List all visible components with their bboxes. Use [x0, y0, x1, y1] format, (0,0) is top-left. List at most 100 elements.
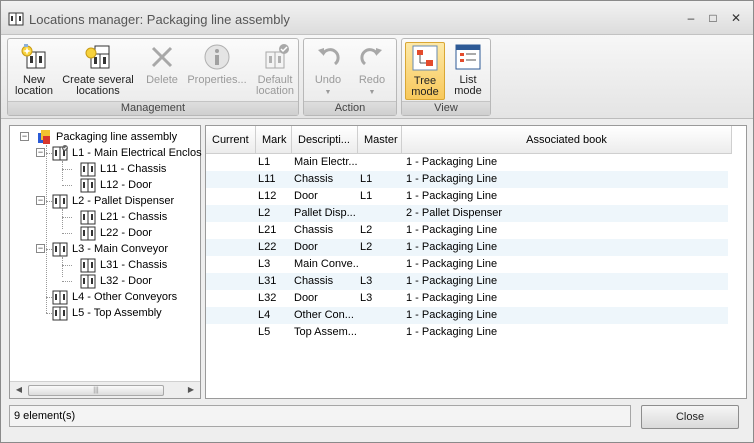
- cell-mark: L21: [258, 224, 277, 236]
- tree-node-label: L11 - Chassis: [100, 163, 167, 175]
- ribbon: New location Create several locations De…: [1, 35, 753, 119]
- cell-mark: L11: [258, 173, 276, 185]
- cell-master: L3: [360, 275, 373, 287]
- cell-description: Door: [294, 292, 318, 304]
- tree-node-label: L12 - Door: [100, 179, 152, 191]
- cell-description: Top Assem...: [294, 326, 357, 338]
- cell-mark: L5: [258, 326, 271, 338]
- table-row[interactable]: L5 Top Assem... 1 - Packaging Line: [206, 324, 728, 341]
- undo-dropdown-icon[interactable]: ▼: [308, 87, 348, 98]
- column-header-current[interactable]: Current: [206, 126, 256, 154]
- list-mode-button[interactable]: List mode: [448, 42, 488, 100]
- tree-node-label: L31 - Chassis: [100, 259, 168, 271]
- cell-associated-book: 1 - Packaging Line: [406, 173, 498, 185]
- cell-mark: L1: [258, 156, 271, 168]
- properties-button[interactable]: Properties...: [184, 42, 250, 100]
- scroll-thumb[interactable]: |||: [28, 385, 164, 396]
- cell-master: L2: [360, 224, 373, 236]
- properties-label: Properties...: [187, 74, 247, 86]
- cell-mark: L22: [258, 241, 277, 253]
- create-several-locations-label: Create several locations: [62, 74, 134, 97]
- cell-description: Pallet Disp...: [294, 207, 356, 219]
- column-header-mark[interactable]: Mark: [256, 126, 292, 154]
- cell-associated-book: 1 - Packaging Line: [406, 292, 498, 304]
- cell-mark: L31: [258, 275, 277, 287]
- close-window-button[interactable]: ✕: [728, 10, 744, 26]
- cell-master: L2: [360, 241, 373, 253]
- collapse-node-icon[interactable]: −: [36, 148, 45, 157]
- cell-associated-book: 1 - Packaging Line: [406, 258, 498, 270]
- table-row[interactable]: L21 Chassis L2 1 - Packaging Line: [206, 222, 728, 239]
- column-header-description[interactable]: Descripti...: [292, 126, 358, 154]
- locations-list: Current Mark Descripti... Master Associa…: [205, 125, 747, 399]
- table-row[interactable]: L11 Chassis L1 1 - Packaging Line: [206, 171, 728, 188]
- delete-button[interactable]: Delete: [142, 42, 182, 100]
- table-row[interactable]: L3 Main Conve... 1 - Packaging Line: [206, 256, 728, 273]
- tree-horizontal-scrollbar[interactable]: ◀ ||| ▶: [10, 381, 200, 398]
- location-cabinet-icon: [80, 258, 96, 273]
- cell-description: Door: [294, 241, 318, 253]
- cell-associated-book: 1 - Packaging Line: [406, 309, 498, 321]
- column-header-associated-book[interactable]: Associated book: [402, 126, 732, 154]
- cell-associated-book: 1 - Packaging Line: [406, 275, 498, 287]
- table-row[interactable]: L31 Chassis L3 1 - Packaging Line: [206, 273, 728, 290]
- table-row[interactable]: L22 Door L2 1 - Packaging Line: [206, 239, 728, 256]
- location-cabinet-icon: [80, 226, 96, 241]
- locations-manager-window: Locations manager: Packaging line assemb…: [0, 0, 754, 443]
- undo-arrow-icon: [318, 48, 340, 66]
- cell-associated-book: 1 - Packaging Line: [406, 156, 498, 168]
- scroll-thumb-grip: |||: [93, 387, 99, 394]
- collapse-node-icon[interactable]: −: [36, 196, 45, 205]
- cell-master: L1: [360, 190, 373, 202]
- new-location-icon: [21, 44, 46, 69]
- tree-node-label: L22 - Door: [100, 227, 152, 239]
- tree-node-label: L2 - Pallet Dispenser: [72, 195, 175, 207]
- tree-mode-button[interactable]: Tree mode: [405, 42, 445, 100]
- location-cabinet-icon: [52, 145, 68, 161]
- collapse-root-icon[interactable]: −: [20, 132, 29, 141]
- maximize-button[interactable]: □: [705, 10, 721, 26]
- undo-button[interactable]: Undo ▼: [308, 42, 348, 100]
- close-button[interactable]: Close: [641, 405, 739, 429]
- tree-node-label: L1 - Main Electrical Enclos: [72, 147, 202, 159]
- management-group: New location Create several locations De…: [7, 38, 299, 116]
- new-location-button[interactable]: New location: [10, 42, 58, 100]
- default-location-label: Default location: [256, 74, 294, 97]
- location-cabinet-icon: [8, 12, 24, 26]
- default-location-icon: [265, 44, 289, 69]
- minimize-button[interactable]: –: [683, 10, 699, 26]
- collapse-node-icon[interactable]: −: [36, 244, 45, 253]
- cell-mark: L3: [258, 258, 271, 270]
- table-row[interactable]: L32 Door L3 1 - Packaging Line: [206, 290, 728, 307]
- cell-description: Chassis: [294, 224, 334, 236]
- scroll-left-arrow-icon[interactable]: ◀: [12, 384, 26, 396]
- table-row[interactable]: L1 Main Electr... 1 - Packaging Line: [206, 154, 728, 171]
- cell-mark: L2: [258, 207, 271, 219]
- new-location-label: New location: [15, 74, 53, 97]
- cell-description: Main Conve...: [294, 258, 358, 270]
- table-row[interactable]: L2 Pallet Disp... 2 - Pallet Dispenser: [206, 205, 728, 222]
- title-bar: Locations manager: Packaging line assemb…: [1, 1, 753, 35]
- cell-associated-book: 1 - Packaging Line: [406, 190, 498, 202]
- scroll-right-arrow-icon[interactable]: ▶: [184, 384, 198, 396]
- column-header-master[interactable]: Master: [358, 126, 402, 154]
- table-row[interactable]: L12 Door L1 1 - Packaging Line: [206, 188, 728, 205]
- default-location-button[interactable]: Default location: [252, 42, 298, 100]
- redo-dropdown-icon[interactable]: ▼: [352, 87, 392, 98]
- cell-mark: L4: [258, 309, 271, 321]
- status-bar: 9 element(s): [9, 405, 631, 427]
- cell-master: L1: [360, 173, 373, 185]
- location-cabinet-icon: [80, 178, 96, 193]
- location-cabinet-icon: [80, 210, 96, 225]
- tree-node-label: L4 - Other Conveyors: [72, 291, 178, 303]
- delete-x-icon: [151, 46, 173, 68]
- redo-label: Redo: [358, 74, 386, 86]
- tree-node-label: L32 - Door: [100, 275, 152, 287]
- tree-root-label: Packaging line assembly: [56, 131, 178, 143]
- tree-mode-icon: [412, 45, 438, 71]
- location-cabinet-icon: [52, 194, 68, 209]
- table-row[interactable]: L4 Other Con... 1 - Packaging Line: [206, 307, 728, 324]
- tree-node-label: L3 - Main Conveyor: [72, 243, 168, 255]
- create-several-locations-button[interactable]: Create several locations: [60, 42, 136, 100]
- redo-button[interactable]: Redo ▼: [352, 42, 392, 100]
